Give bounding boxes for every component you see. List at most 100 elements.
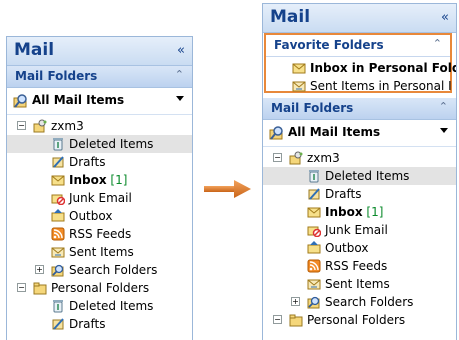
folder-label: Junk Email <box>69 191 132 205</box>
personal-folders-icon <box>33 281 47 295</box>
expand-icon[interactable]: + <box>35 265 44 274</box>
folder-tree: − zxm3 Deleted Items Drafts Inbox [1] Junk Em… <box>7 115 192 333</box>
pane-title: Mail <box>14 40 55 60</box>
chevron-down-icon[interactable] <box>176 96 184 101</box>
account-icon <box>33 119 47 133</box>
folder-item[interactable]: Deleted Items <box>263 167 456 185</box>
view-label: All Mail Items <box>32 93 125 107</box>
folder-item[interactable]: Inbox [1] <box>7 171 192 189</box>
folder-label: Deleted Items <box>69 137 154 151</box>
collapse-section-icon[interactable]: ⌃ <box>433 37 442 50</box>
search-folders-icon <box>51 263 65 277</box>
chevron-down-icon[interactable] <box>440 128 448 133</box>
tree-node[interactable]: − zxm3 <box>263 149 456 167</box>
outbox-icon <box>307 241 321 255</box>
folder-item[interactable]: Junk Email <box>263 221 456 239</box>
folder-label: zxm3 <box>307 151 340 165</box>
folder-tree: − zxm3 Deleted Items Drafts Inbox [1] Junk Em… <box>263 147 456 329</box>
search-folders-icon <box>307 295 321 309</box>
favorite-folders-header[interactable]: Favorite Folders ⌃ <box>266 35 450 57</box>
navigation-pane-after: Mail « Favorite Folders ⌃ Inbox in Perso… <box>262 3 457 340</box>
folder-label: Inbox [1] <box>325 205 384 219</box>
folder-label: Search Folders <box>325 295 414 309</box>
folder-label: Junk Email <box>325 223 388 237</box>
sent-items-icon <box>307 277 321 291</box>
folder-label: Search Folders <box>69 263 158 277</box>
outbox-icon <box>51 209 65 223</box>
deleted-items-icon <box>307 169 321 183</box>
tree-node[interactable]: + Search Folders <box>263 293 456 311</box>
folder-label: Deleted Items <box>325 169 410 183</box>
folder-label: Outbox <box>325 241 369 255</box>
tree-node[interactable]: − Personal Folders <box>7 279 192 297</box>
expand-icon[interactable]: + <box>291 297 300 306</box>
folder-item[interactable]: Drafts <box>263 185 456 203</box>
inbox-icon <box>51 173 65 187</box>
deleted-items-icon <box>51 137 65 151</box>
folder-label: Inbox in Personal Folde <box>310 61 457 75</box>
collapse-pane-icon[interactable]: « <box>177 43 185 58</box>
folder-item[interactable]: RSS Feeds <box>263 257 456 275</box>
folder-label: Outbox <box>69 209 113 223</box>
mail-folders-header[interactable]: Mail Folders ⌃ <box>7 66 192 88</box>
folder-label: Drafts <box>69 155 106 169</box>
collapse-icon[interactable]: − <box>273 315 282 324</box>
all-mail-items-icon <box>13 93 29 112</box>
collapse-icon[interactable]: − <box>17 121 26 130</box>
collapse-section-icon[interactable]: ⌃ <box>439 100 448 113</box>
drafts-icon <box>51 155 65 169</box>
all-mail-items-icon <box>269 125 285 144</box>
folder-label: Sent Items <box>325 277 390 291</box>
inbox-icon <box>307 205 321 219</box>
tree-node[interactable]: − zxm3 <box>7 117 192 135</box>
unread-count: [1] <box>106 173 128 187</box>
folder-item[interactable]: Junk Email <box>7 189 192 207</box>
all-mail-items-dropdown[interactable]: All Mail Items <box>7 88 192 115</box>
folder-item[interactable]: Drafts <box>7 315 192 333</box>
folder-label: Sent Items <box>69 245 134 259</box>
sent-items-icon <box>292 79 306 93</box>
folder-item[interactable]: Inbox [1] <box>263 203 456 221</box>
junk-email-icon <box>51 191 66 206</box>
arrow-right-icon <box>204 180 251 198</box>
rss-feeds-icon <box>307 259 321 273</box>
drafts-icon <box>307 187 321 201</box>
all-mail-items-dropdown[interactable]: All Mail Items <box>263 120 456 147</box>
folder-item[interactable]: Outbox <box>7 207 192 225</box>
personal-folders-icon <box>289 313 303 327</box>
navigation-pane-before: Mail « Mail Folders ⌃ All Mail Items − zx… <box>6 36 193 340</box>
tree-node[interactable]: − Personal Folders <box>263 311 456 329</box>
deleted-items-icon <box>51 299 65 313</box>
pane-title-bar: Mail « <box>7 37 192 66</box>
pane-title-bar: Mail « <box>263 4 456 33</box>
drafts-icon <box>51 317 65 331</box>
folder-item[interactable]: Drafts <box>7 153 192 171</box>
folder-item[interactable]: Deleted Items <box>7 135 192 153</box>
folder-item[interactable]: Outbox <box>263 239 456 257</box>
pane-title: Mail <box>270 7 311 27</box>
folder-item[interactable]: Inbox in Personal Folde <box>266 59 456 77</box>
folder-item[interactable]: Sent Items <box>263 275 456 293</box>
folder-item[interactable]: Sent Items <box>7 243 192 261</box>
mail-folders-header[interactable]: Mail Folders ⌃ <box>263 98 456 120</box>
unread-count: [1] <box>362 205 384 219</box>
folder-item[interactable]: Sent Items in Personal I <box>266 77 452 95</box>
folder-item[interactable]: RSS Feeds <box>7 225 192 243</box>
folder-label: Drafts <box>69 317 106 331</box>
folder-label: Inbox [1] <box>69 173 128 187</box>
folder-label: Drafts <box>325 187 362 201</box>
tree-node[interactable]: + Search Folders <box>7 261 192 279</box>
favorite-folders-highlight: Favorite Folders ⌃ Inbox in Personal Fol… <box>264 33 456 95</box>
junk-email-icon <box>307 223 322 238</box>
collapse-section-icon[interactable]: ⌃ <box>175 68 184 81</box>
collapse-icon[interactable]: − <box>273 153 282 162</box>
mail-folders-label: Mail Folders <box>271 101 354 115</box>
collapse-icon[interactable]: − <box>17 283 26 292</box>
sent-items-icon <box>51 245 65 259</box>
inbox-icon <box>292 61 306 75</box>
folder-label: RSS Feeds <box>69 227 132 241</box>
folder-item[interactable]: Deleted Items <box>7 297 192 315</box>
folder-label: zxm3 <box>51 119 84 133</box>
folder-label: Deleted Items <box>69 299 154 313</box>
collapse-pane-icon[interactable]: « <box>441 10 449 25</box>
